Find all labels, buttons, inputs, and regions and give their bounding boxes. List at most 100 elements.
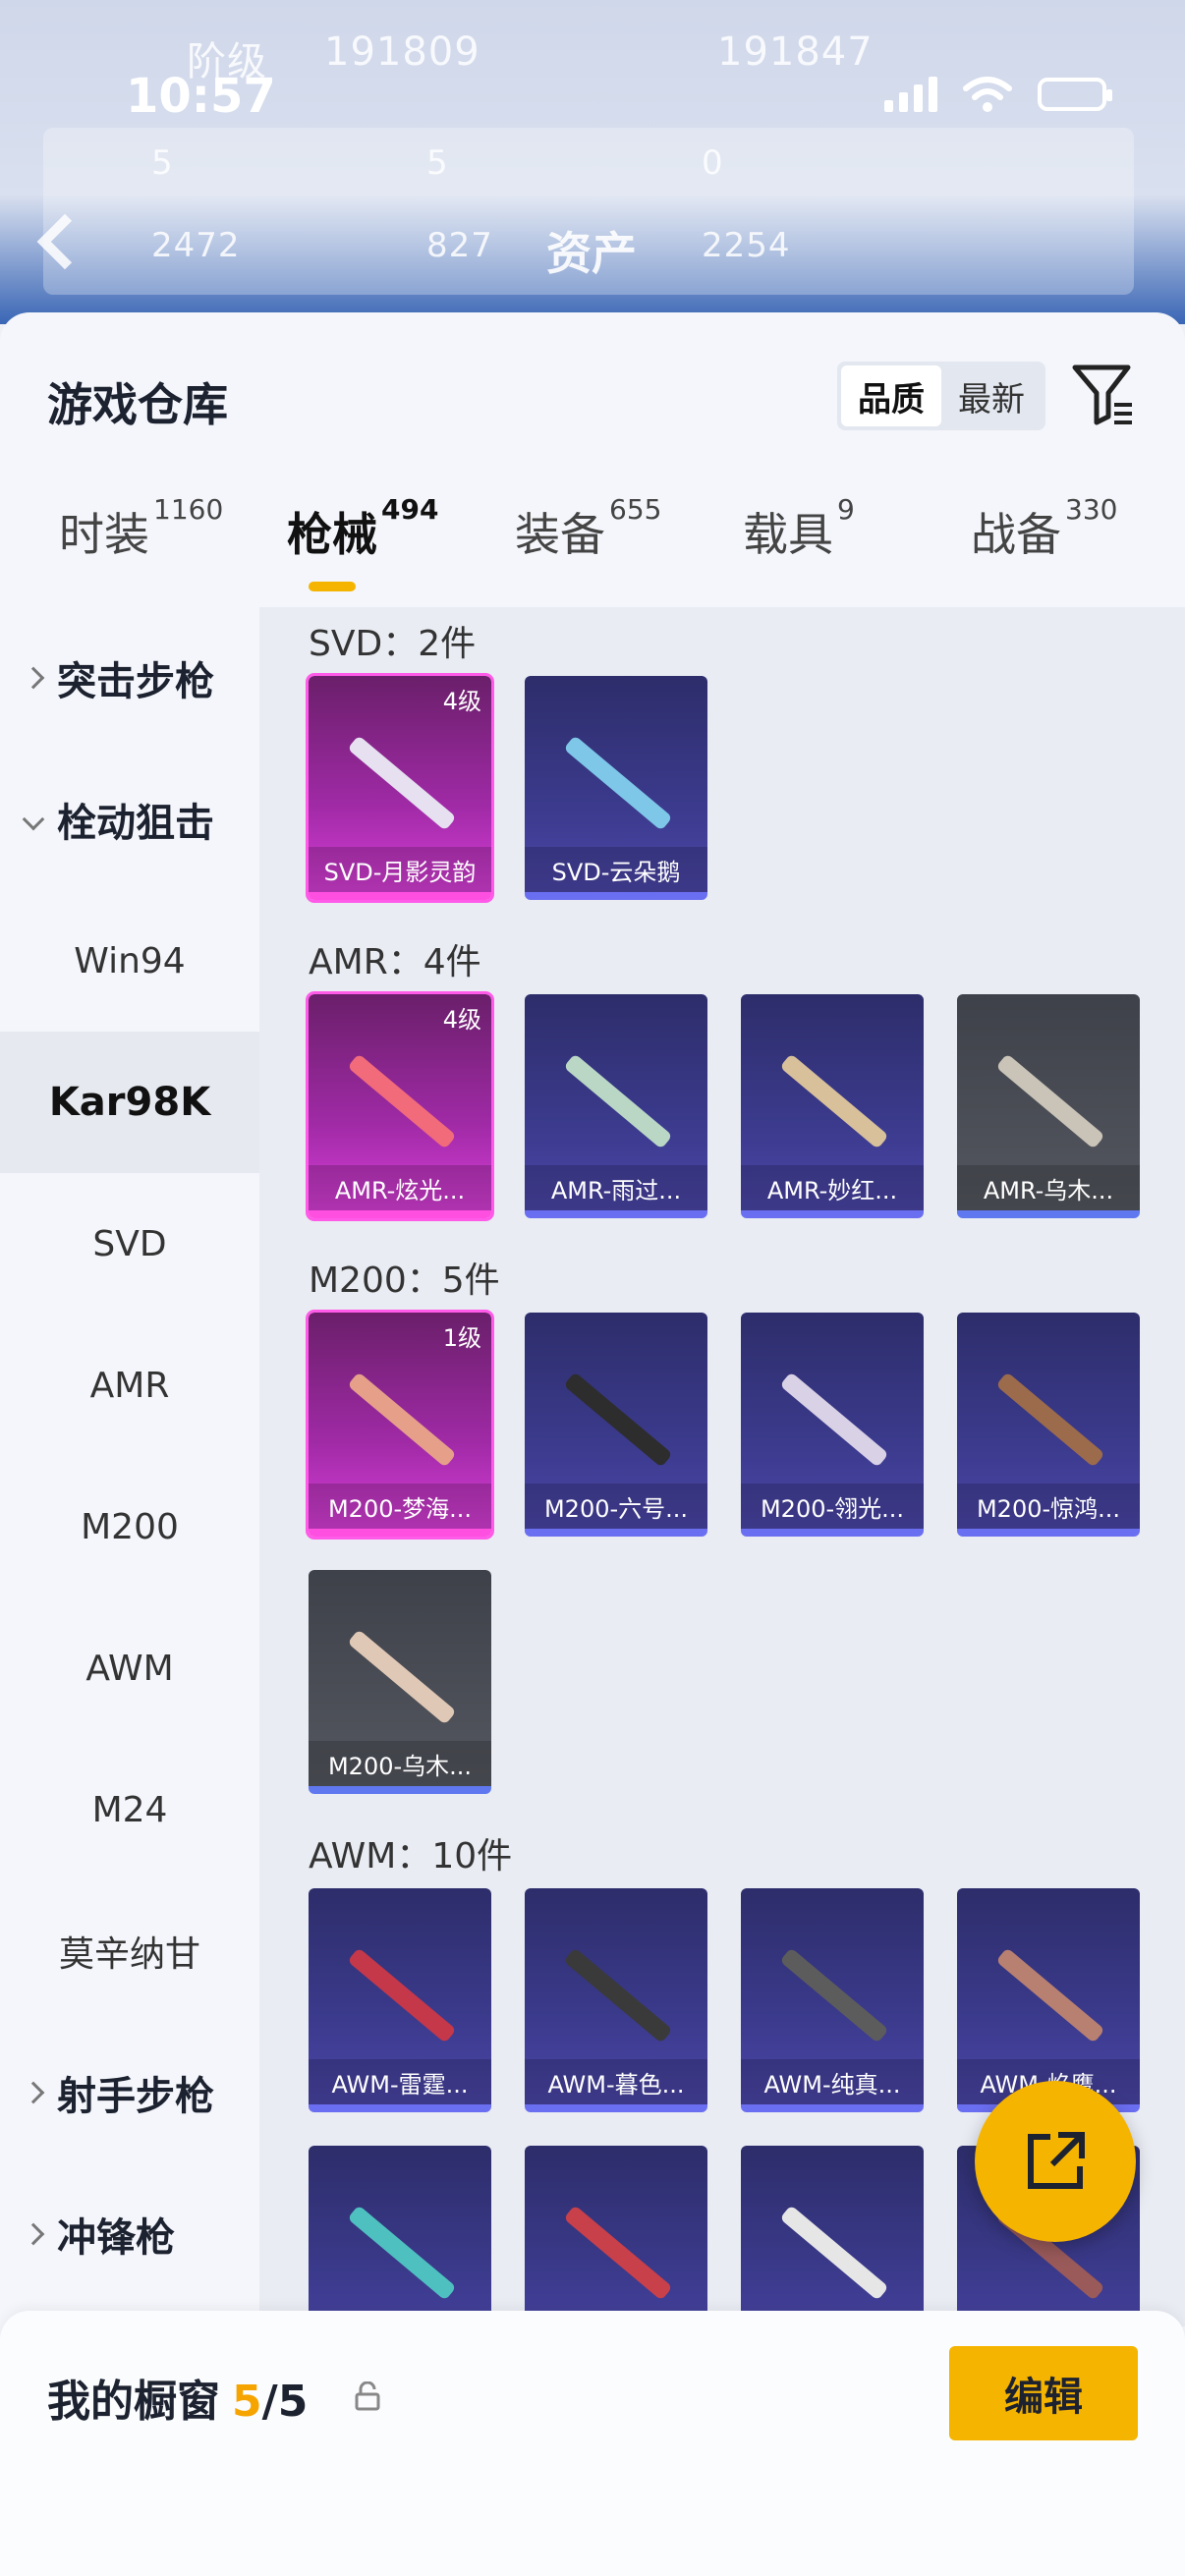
weapon-name: M200-六号... [525, 1484, 707, 1529]
sort-toggle: 品质 最新 [837, 362, 1045, 430]
group-title: SVD：2件 [309, 624, 477, 664]
rifle-icon [779, 2205, 889, 2301]
rifle-icon [347, 1629, 457, 1725]
group-title: AMR：4件 [309, 942, 481, 982]
chevron-right-icon [22, 2081, 45, 2104]
filter-icon[interactable] [1071, 360, 1136, 428]
weapon-card[interactable]: AMR-乌木... [957, 994, 1140, 1218]
tab-label: 装备 [515, 508, 605, 561]
rifle-icon [779, 1053, 889, 1149]
weapon-name: SVD-月影灵韵 [309, 847, 491, 892]
level-badge: 1级 [442, 1324, 481, 1352]
sidebar-item-awm[interactable]: AWM [0, 1597, 259, 1739]
weapon-name: AMR-炫光... [309, 1165, 491, 1210]
weapon-name: AMR-雨过... [525, 1165, 707, 1210]
sidebar-item-win94[interactable]: Win94 [0, 890, 259, 1032]
weapon-card[interactable]: AWM-焰鹰... [957, 1888, 1140, 2112]
tab-supplies[interactable]: 战备 330 [971, 493, 1117, 564]
rifle-icon [995, 1947, 1105, 2044]
weapon-card[interactable]: AWM-雷霆... [309, 1888, 491, 2112]
sort-quality-button[interactable]: 品质 [841, 365, 941, 426]
weapon-name: M200-翎光... [741, 1484, 924, 1529]
weapon-card[interactable]: M200-六号... [525, 1313, 707, 1537]
weapon-name: M200-乌木... [309, 1741, 491, 1786]
showcase-total: /5 [261, 2377, 309, 2427]
rifle-icon [779, 1372, 889, 1468]
rifle-icon [995, 1053, 1105, 1149]
share-icon [1028, 2132, 1085, 2189]
tab-count: 494 [381, 493, 439, 526]
category-tabs: 时装 1160 枪械 494 装备 655 载具 9 战备 330 [0, 493, 1185, 607]
rifle-icon [347, 1053, 457, 1149]
sidebar-item-kar98k[interactable]: Kar98K [0, 1032, 259, 1173]
weapon-card[interactable] [525, 2146, 707, 2326]
rifle-icon [563, 1053, 673, 1149]
weapon-card[interactable]: SVD-云朵鹅 [525, 676, 707, 900]
showcase-title: 我的橱窗 [47, 2377, 220, 2427]
sidebar-item-svd[interactable]: SVD [0, 1173, 259, 1315]
sidebar-item-mosin[interactable]: 莫辛纳甘 [0, 1880, 259, 2022]
sidebar-item-label: 冲锋枪 [57, 2215, 175, 2261]
sidebar-group-marksman[interactable]: 射手步枪 [0, 2022, 259, 2163]
tab-label: 时装 [59, 508, 149, 561]
weapon-card[interactable]: AMR-妙红... [741, 994, 924, 1218]
tab-vehicles[interactable]: 载具 9 [743, 493, 855, 564]
sidebar-item-m24[interactable]: M24 [0, 1739, 259, 1880]
wifi-icon [963, 77, 1012, 112]
group-title: M200：5件 [309, 1260, 500, 1301]
weapon-card[interactable]: AWM-纯真... [741, 1888, 924, 2112]
rifle-icon [563, 1947, 673, 2044]
weapon-card[interactable]: M200-惊鸿... [957, 1313, 1140, 1537]
sidebar-group-assault-rifles[interactable]: 突击步枪 [0, 607, 259, 749]
rifle-icon [563, 1372, 673, 1468]
share-button[interactable] [975, 2081, 1136, 2242]
tab-count: 330 [1065, 493, 1118, 526]
sidebar-group-smg[interactable]: 冲锋枪 [0, 2163, 259, 2305]
lock-icon[interactable] [354, 2381, 381, 2411]
rifle-icon [347, 1947, 457, 2044]
bg-stat-1: 5 [151, 143, 174, 183]
tab-label: 载具 [743, 508, 833, 561]
weapon-name: AWM-暮色... [525, 2059, 707, 2104]
rifle-icon [347, 2205, 457, 2301]
bg-page-title: 资产 [546, 227, 637, 280]
weapon-name: AMR-妙红... [741, 1165, 924, 1210]
weapon-name: SVD-云朵鹅 [525, 847, 707, 892]
weapon-card[interactable] [309, 2146, 491, 2326]
sidebar-group-bolt-snipers[interactable]: 栓动狙击 [0, 749, 259, 890]
weapon-card[interactable]: M200-乌木... [309, 1570, 491, 1794]
sort-newest-button[interactable]: 最新 [941, 365, 1042, 426]
weapon-name: M200-惊鸿... [957, 1484, 1140, 1529]
chevron-right-icon [22, 666, 45, 690]
bg-stat-6: 2254 [702, 226, 791, 265]
weapon-card[interactable]: 4级 SVD-月影灵韵 [306, 673, 494, 903]
level-badge: 4级 [442, 1006, 481, 1034]
sidebar-item-amr[interactable]: AMR [0, 1315, 259, 1456]
weapon-card[interactable]: M200-翎光... [741, 1313, 924, 1537]
background-header: 阶级 191809 191847 10:57 5 5 0 2472 827 22… [0, 0, 1185, 324]
battery-icon [1038, 78, 1112, 111]
weapon-card[interactable]: AWM-暮色... [525, 1888, 707, 2112]
rifle-icon [563, 2205, 673, 2301]
level-badge: 4级 [442, 688, 481, 715]
tab-guns[interactable]: 枪械 494 [287, 493, 438, 564]
weapon-card[interactable]: 1级 M200-梦海... [306, 1310, 494, 1540]
bg-stat-4: 2472 [151, 226, 241, 265]
weapon-card[interactable]: AMR-雨过... [525, 994, 707, 1218]
sidebar-item-label: 栓动狙击 [57, 801, 214, 846]
bg-stat-5: 827 [426, 226, 493, 265]
tab-fashion[interactable]: 时装 1160 [59, 493, 223, 564]
sidebar-item-m200[interactable]: M200 [0, 1456, 259, 1597]
tab-equipment[interactable]: 装备 655 [515, 493, 661, 564]
weapon-card[interactable] [741, 2146, 924, 2326]
rifle-icon [563, 735, 673, 831]
weapon-sidebar: 突击步枪 栓动狙击 Win94 Kar98K SVD AMR M200 AWM … [0, 607, 259, 2326]
weapon-card[interactable]: 4级 AMR-炫光... [306, 991, 494, 1221]
tab-count: 655 [609, 493, 662, 526]
weapon-name: AMR-乌木... [957, 1165, 1140, 1210]
showcase-bar: 我的橱窗 5/5 编辑 [0, 2311, 1185, 2576]
tab-count: 1160 [153, 493, 224, 526]
showcase-label: 我的橱窗 5/5 [47, 2366, 308, 2429]
edit-button[interactable]: 编辑 [949, 2346, 1138, 2440]
tab-count: 9 [837, 493, 855, 526]
